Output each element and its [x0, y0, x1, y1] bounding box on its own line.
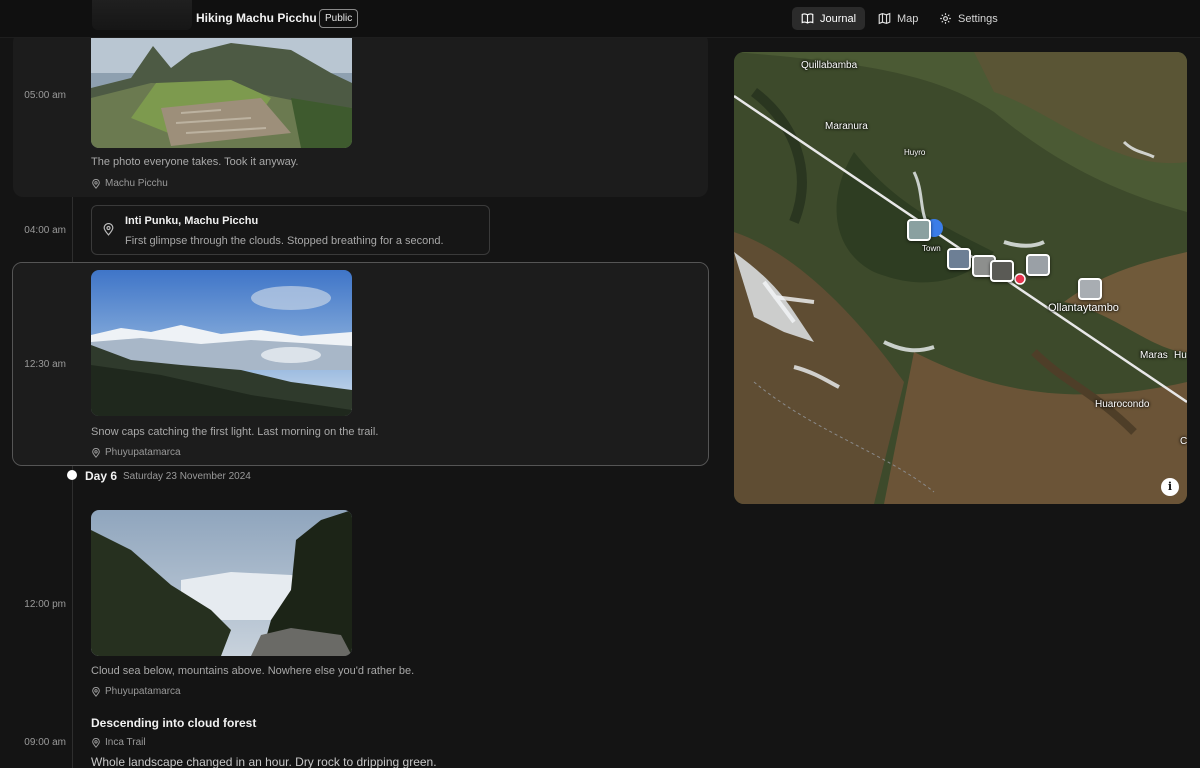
map-icon — [878, 12, 891, 25]
map-info-button[interactable]: i — [1161, 478, 1179, 496]
entry-time: 12:30 am — [24, 359, 66, 370]
map-label-ollantaytambo: Ollantaytambo — [1048, 302, 1119, 314]
photo-snow-caps[interactable] — [91, 270, 352, 416]
map-label-quillabamba: Quillabamba — [801, 60, 858, 71]
map-label-town: Town — [922, 244, 941, 253]
book-open-icon — [801, 13, 814, 24]
tab-settings-label: Settings — [958, 12, 998, 25]
day-date: Saturday 23 November 2024 — [123, 471, 251, 482]
entry-caption: Snow caps catching the first light. Last… — [91, 426, 379, 438]
header-thumbnail — [92, 0, 192, 30]
entry-time: 12:00 pm — [24, 599, 66, 610]
map-label-c: C — [1180, 436, 1187, 447]
photo-cloud-sea[interactable] — [91, 510, 352, 656]
entry-text: Whole landscape changed in an hour. Dry … — [91, 755, 437, 768]
location-pin-icon — [92, 447, 100, 458]
tab-journal-label: Journal — [820, 12, 857, 25]
map-label-huarocondo: Huarocondo — [1095, 399, 1150, 410]
map-photo-marker[interactable] — [947, 248, 971, 270]
location-pin-icon — [92, 686, 100, 697]
entry-location-label: Machu Picchu — [105, 178, 168, 189]
entry-location-label: Phuyupatamarca — [105, 447, 181, 458]
location-pin-icon — [103, 223, 114, 236]
tab-map-label: Map — [897, 12, 919, 25]
note-text: First glimpse through the clouds. Stoppe… — [125, 235, 444, 247]
location-pin-icon — [92, 737, 100, 748]
entry-time: 05:00 am — [24, 90, 66, 101]
trip-title: Hiking Machu Picchu — [196, 11, 317, 25]
top-bar: Hiking Machu Picchu Public Journal Map S… — [0, 0, 1200, 38]
trip-map[interactable]: Quillabamba Maranura Huyro Town Ollantay… — [734, 52, 1187, 504]
entry-time: 09:00 am — [24, 737, 66, 748]
tab-journal[interactable]: Journal — [792, 7, 866, 30]
day-marker-dot — [67, 470, 77, 480]
tab-settings[interactable]: Settings — [930, 7, 1007, 30]
map-photo-marker[interactable] — [1078, 278, 1102, 300]
photo-machu-picchu[interactable] — [91, 38, 352, 148]
entry-title: Descending into cloud forest — [91, 716, 257, 730]
entry-location-label: Phuyupatamarca — [105, 686, 181, 697]
map-photo-marker[interactable] — [990, 260, 1014, 282]
visibility-badge[interactable]: Public — [319, 9, 359, 28]
entry-caption: Cloud sea below, mountains above. Nowher… — [91, 665, 415, 677]
day-label: Day 6 — [85, 469, 118, 483]
entry-time: 04:00 am — [24, 225, 66, 236]
entry-location[interactable]: Phuyupatamarca — [91, 447, 181, 458]
gear-icon — [940, 13, 951, 24]
entry-location[interactable]: Machu Picchu — [91, 178, 168, 189]
entry-location-label: Inca Trail — [105, 737, 146, 748]
entry-location[interactable]: Phuyupatamarca — [91, 686, 181, 697]
location-note-card[interactable]: Inti Punku, Machu Picchu First glimpse t… — [91, 205, 490, 255]
map-label-maras: Maras — [1140, 350, 1168, 361]
tab-map[interactable]: Map — [869, 7, 927, 30]
map-label-hu: Hu — [1174, 350, 1187, 361]
entry-location[interactable]: Inca Trail — [91, 737, 146, 748]
map-label-huyro: Huyro — [904, 148, 926, 157]
entry-caption: The photo everyone takes. Took it anyway… — [91, 156, 299, 168]
map-photo-marker[interactable] — [1026, 254, 1050, 276]
location-pin-icon — [92, 178, 100, 189]
map-label-maranura: Maranura — [825, 121, 868, 132]
map-terrain — [734, 52, 1187, 504]
map-photo-marker[interactable] — [907, 219, 931, 241]
note-title: Inti Punku, Machu Picchu — [125, 215, 259, 227]
